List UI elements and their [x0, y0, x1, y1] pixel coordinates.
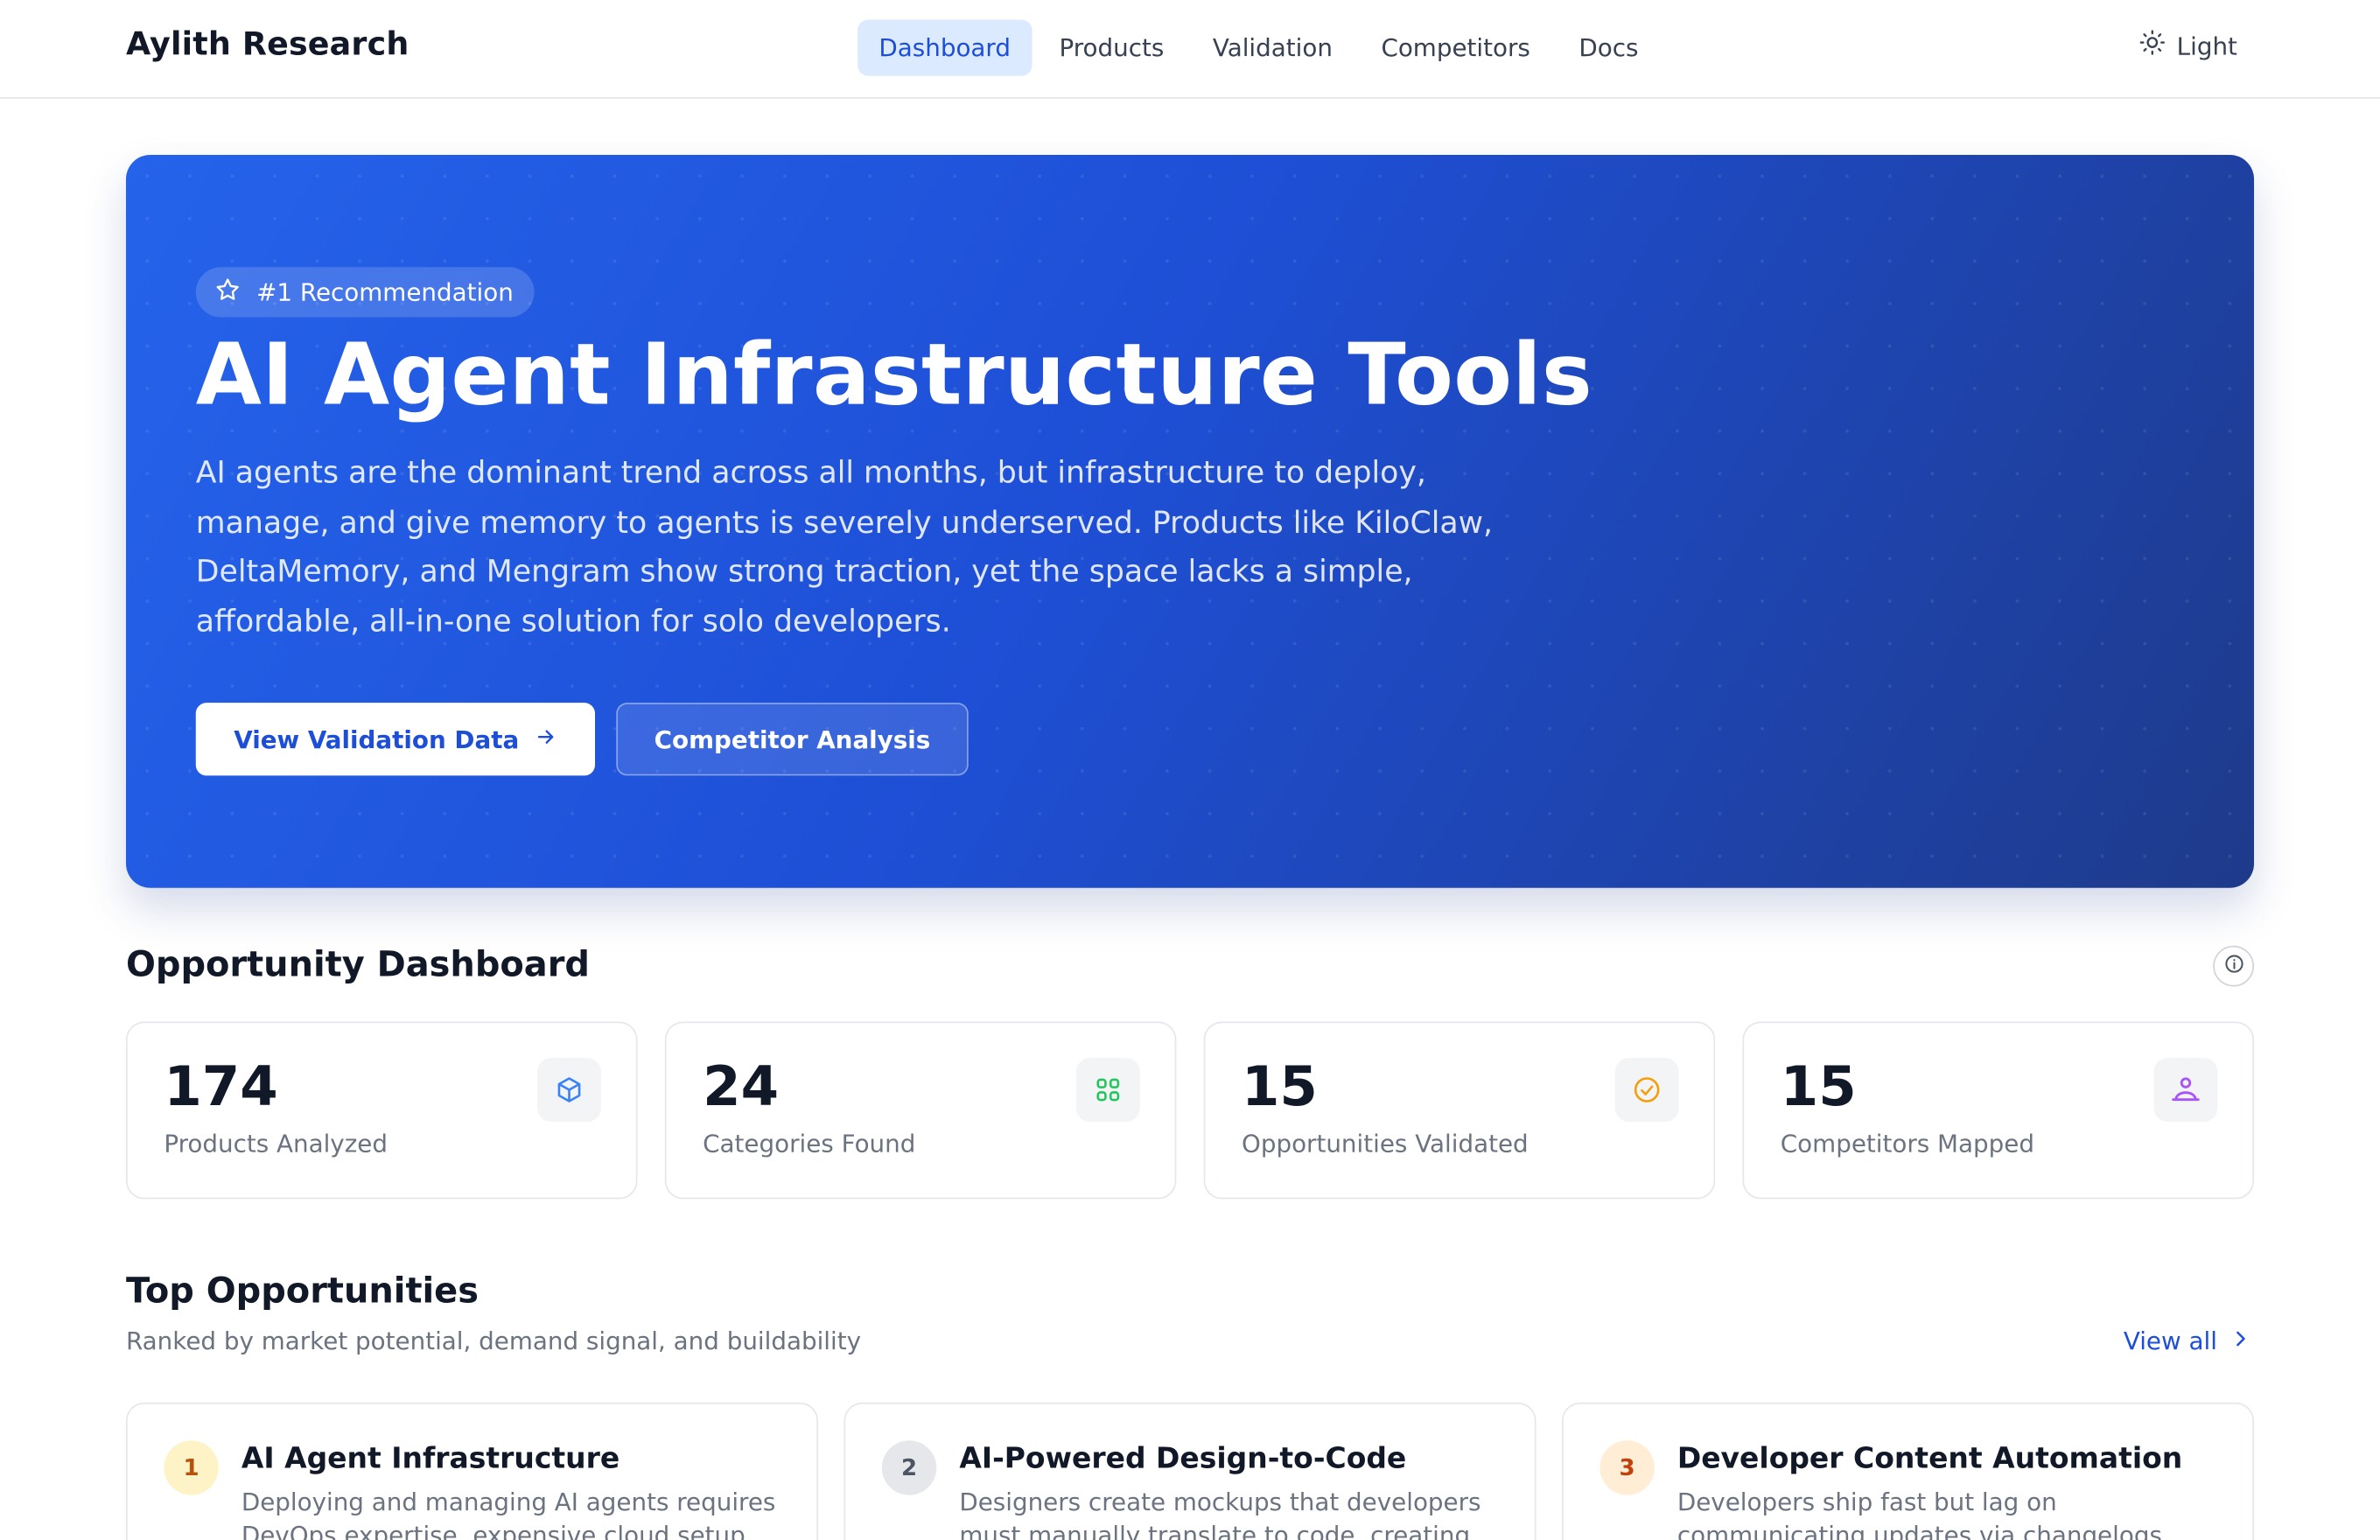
stat-card-categories: 24 Categories Found	[664, 1021, 1177, 1200]
opportunity-description: Designers create mockups that developers…	[959, 1488, 1481, 1540]
hero-description: AI agents are the dominant trend across …	[195, 453, 1493, 639]
stat-label: Products Analyzed	[164, 1129, 388, 1158]
stat-label: Categories Found	[703, 1129, 916, 1158]
opportunity-card-2[interactable]: 2 AI-Powered Design-to-Code Designers cr…	[844, 1402, 1536, 1540]
cube-icon	[537, 1058, 601, 1122]
theme-label: Light	[2176, 31, 2237, 60]
check-circle-icon	[1614, 1058, 1679, 1122]
top-navigation-bar: Aylith Research Dashboard Products Valid…	[0, 0, 2380, 99]
stat-card-products: 174 Products Analyzed	[125, 1021, 638, 1200]
opportunity-card-1[interactable]: 1 AI Agent Infrastructure Deploying and …	[125, 1402, 819, 1540]
rank-badge: 3	[1600, 1440, 1655, 1495]
view-all-link[interactable]: View all	[2124, 1326, 2250, 1355]
chevron-right-icon	[2230, 1326, 2250, 1355]
theme-toggle-button[interactable]: Light	[2138, 29, 2237, 62]
top-opportunities-title: Top Opportunities	[125, 1271, 479, 1312]
badge-label: #1 Recommendation	[256, 277, 514, 307]
opportunity-description: Developers ship fast but lag on communic…	[1676, 1488, 2162, 1540]
hero-banner: #1 Recommendation AI Agent Infrastructur…	[125, 154, 2255, 888]
primary-button-label: View Validation Data	[234, 724, 520, 754]
stat-label: Competitors Mapped	[1780, 1129, 2034, 1158]
users-icon	[2153, 1058, 2218, 1122]
dashboard-title: Opportunity Dashboard	[125, 945, 590, 985]
stat-value: 15	[1780, 1056, 1857, 1119]
opportunity-title: AI-Powered Design-to-Code	[959, 1441, 1407, 1476]
main-nav: Dashboard Products Validation Competitor…	[858, 19, 1666, 76]
arrow-right-icon	[535, 724, 557, 753]
stat-label: Opportunities Validated	[1241, 1129, 1529, 1158]
rank-badge: 1	[164, 1440, 219, 1495]
nav-dashboard[interactable]: Dashboard	[858, 19, 1032, 76]
stat-card-competitors: 15 Competitors Mapped	[1742, 1021, 2255, 1200]
opportunity-title: Developer Content Automation	[1676, 1441, 2183, 1476]
hero-title: AI Agent Infrastructure Tools	[195, 326, 1593, 425]
rank-badge: 2	[881, 1440, 937, 1495]
nav-competitors[interactable]: Competitors	[1360, 20, 1551, 76]
nav-products[interactable]: Products	[1038, 20, 1185, 76]
competitor-analysis-button[interactable]: Competitor Analysis	[616, 703, 969, 776]
stat-value: 24	[703, 1056, 780, 1119]
nav-validation[interactable]: Validation	[1192, 20, 1354, 76]
info-button[interactable]	[2213, 945, 2255, 987]
star-icon	[214, 276, 242, 309]
stat-card-opportunities: 15 Opportunities Validated	[1203, 1021, 1716, 1200]
brand-logo[interactable]: Aylith Research	[126, 25, 409, 62]
top-opportunities-subtitle: Ranked by market potential, demand signa…	[125, 1326, 862, 1356]
nav-docs[interactable]: Docs	[1558, 20, 1660, 76]
sun-icon	[2138, 29, 2166, 62]
opportunity-description: Deploying and managing AI agents require…	[241, 1488, 776, 1540]
opportunity-card-3[interactable]: 3 Developer Content Automation Developer…	[1562, 1402, 2255, 1540]
opportunity-title: AI Agent Infrastructure	[241, 1441, 620, 1476]
view-validation-data-button[interactable]: View Validation Data	[195, 703, 596, 776]
stat-value: 15	[1241, 1056, 1318, 1119]
recommendation-badge: #1 Recommendation	[195, 267, 536, 318]
grid-icon	[1075, 1058, 1140, 1122]
info-icon	[2222, 952, 2244, 981]
stat-value: 174	[164, 1056, 278, 1119]
view-all-label: View all	[2123, 1326, 2217, 1356]
